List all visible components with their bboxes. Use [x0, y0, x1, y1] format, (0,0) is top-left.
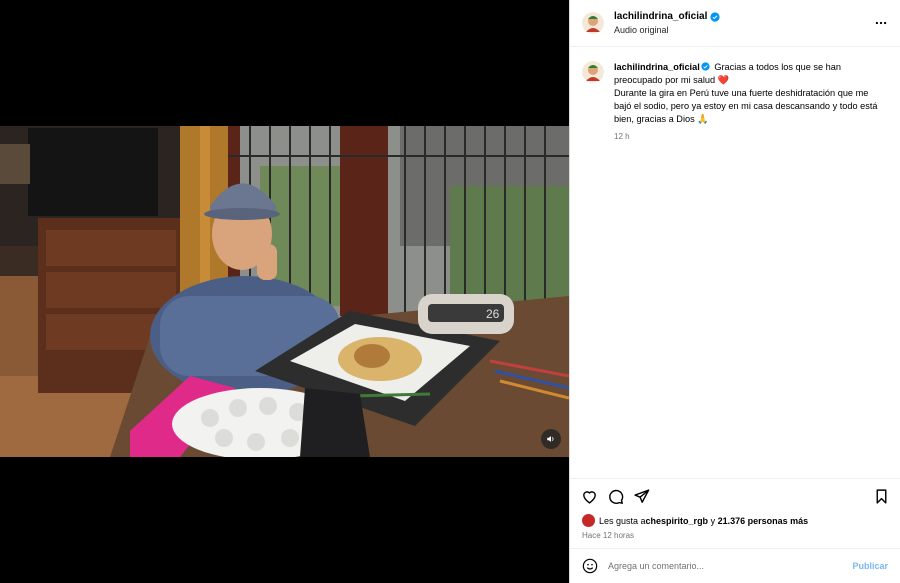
media-area: 26	[0, 0, 569, 583]
bookmark-icon[interactable]	[873, 488, 890, 505]
post-side-panel: lachilindrina_oficial Audio original lac…	[569, 0, 900, 583]
liker-avatar[interactable]	[582, 514, 595, 527]
publish-button[interactable]: Publicar	[852, 561, 888, 571]
caption-avatar[interactable]	[582, 61, 604, 83]
likes-prefix: Les gusta a	[599, 515, 646, 526]
post-timestamp[interactable]: Hace 12 horas	[582, 531, 634, 540]
audio-link[interactable]: Audio original	[614, 25, 720, 35]
post-caption: lachilindrina_oficial Gracias a todos lo…	[582, 61, 888, 143]
caption-username[interactable]: lachilindrina_oficial	[614, 62, 700, 72]
likes-count[interactable]: 21.376 personas más	[718, 516, 809, 526]
emoji-icon[interactable]	[582, 558, 598, 574]
caption-line-2: Durante la gira en Perú tuve una fuerte …	[614, 88, 878, 124]
avatar-image	[582, 12, 604, 34]
verified-badge-icon	[710, 11, 720, 22]
speaker-icon	[547, 436, 554, 442]
post-header: lachilindrina_oficial Audio original	[570, 0, 900, 47]
username-link[interactable]: lachilindrina_oficial	[614, 11, 707, 22]
mute-button[interactable]	[541, 429, 561, 449]
paper-plane-icon[interactable]	[633, 488, 650, 505]
likes-summary: Les gusta a chespirito_rgb y 21.376 pers…	[582, 514, 808, 527]
post-video[interactable]: 26	[0, 126, 569, 457]
heart-icon[interactable]	[581, 488, 598, 505]
verified-badge-icon	[701, 62, 710, 71]
comment-icon[interactable]	[607, 488, 624, 505]
comment-input[interactable]	[608, 561, 853, 571]
avatar[interactable]	[582, 12, 604, 34]
pray-emoji: 🙏	[697, 114, 709, 124]
svg-text:26: 26	[486, 307, 500, 321]
likes-middle: y	[708, 515, 718, 526]
heart-emoji: ❤️	[717, 75, 730, 85]
caption-time[interactable]: 12 h	[614, 130, 888, 143]
more-options-icon[interactable]	[874, 16, 888, 30]
post-viewer: 26 lachilindrina_oficial Audio original …	[0, 0, 900, 583]
avatar-image	[582, 61, 604, 83]
action-bar	[570, 478, 900, 514]
liker-username[interactable]: chespirito_rgb	[646, 516, 709, 526]
comment-bar: Publicar	[570, 548, 900, 583]
video-frame: 26	[0, 126, 569, 457]
